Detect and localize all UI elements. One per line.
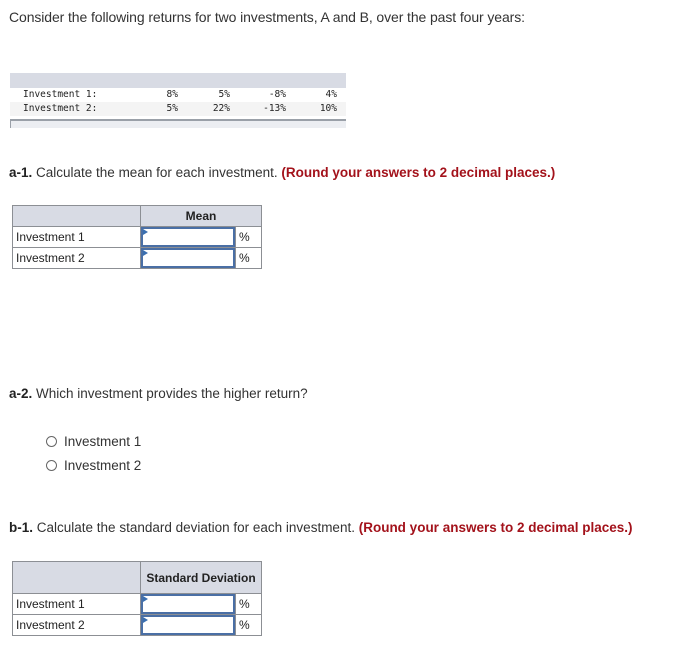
mean-investment-1-input[interactable] <box>141 227 235 247</box>
return-year-3: -8% <box>268 89 286 100</box>
row-label: Investment 1 <box>12 593 141 615</box>
std-dev-answer-table: Standard Deviation Investment 1 % Invest… <box>12 561 262 636</box>
table-row: Investment 2 % <box>12 614 262 636</box>
input-flag-icon <box>143 617 148 623</box>
std-dev-input-cell <box>140 614 236 636</box>
question-text: Calculate the standard deviation for eac… <box>33 520 359 535</box>
return-year-4: 4% <box>325 89 337 100</box>
std-dev-investment-2-input[interactable] <box>141 615 235 635</box>
rounding-hint: (Round your answers to 2 decimal places.… <box>358 520 633 535</box>
returns-table-footer <box>10 119 346 128</box>
table-row: Investment 1 % <box>12 593 262 615</box>
percent-unit: % <box>235 247 262 269</box>
question-number: a-1. <box>9 165 33 180</box>
mean-column-header: Mean <box>140 205 262 227</box>
question-text: Which investment provides the higher ret… <box>32 386 308 401</box>
radio-option-investment-1[interactable]: Investment 1 <box>46 434 141 449</box>
row-label: Investment 2 <box>12 614 141 636</box>
question-number: b-1. <box>9 520 34 535</box>
return-year-1: 5% <box>166 103 178 114</box>
empty-header-cell <box>12 205 141 227</box>
input-flag-icon <box>143 596 148 602</box>
radio-label: Investment 2 <box>64 458 142 473</box>
question-number: a-2. <box>9 386 33 401</box>
return-year-4: 10% <box>319 103 337 114</box>
table-row: Investment 1 % <box>12 226 262 248</box>
problem-intro: Consider the following returns for two i… <box>9 9 525 25</box>
input-flag-icon <box>143 229 148 235</box>
return-year-1: 8% <box>166 89 178 100</box>
percent-unit: % <box>235 614 262 636</box>
std-dev-column-header: Standard Deviation <box>140 561 262 594</box>
table-row: Investment 2 % <box>12 247 262 269</box>
percent-unit: % <box>235 226 262 248</box>
returns-row-investment-1: Investment 1: 8% 5% -8% 4% <box>10 88 346 102</box>
mean-input-cell <box>140 247 236 269</box>
row-label: Investment 1 <box>12 226 141 248</box>
return-year-2: 5% <box>218 89 230 100</box>
mean-investment-2-input[interactable] <box>141 248 235 268</box>
returns-table-header <box>10 73 346 88</box>
radio-label: Investment 1 <box>64 434 142 449</box>
empty-header-cell <box>12 561 141 594</box>
mean-input-cell <box>140 226 236 248</box>
question-a2: a-2. Which investment provides the highe… <box>9 386 308 401</box>
mean-answer-table: Mean Investment 1 % Investment 2 % <box>12 205 262 269</box>
return-year-2: 22% <box>212 103 230 114</box>
row-label: Investment 1: <box>23 89 98 100</box>
radio-button[interactable] <box>46 460 57 471</box>
returns-row-investment-2: Investment 2: 5% 22% -13% 10% <box>10 102 346 116</box>
radio-option-investment-2[interactable]: Investment 2 <box>46 458 141 473</box>
radio-button[interactable] <box>46 436 57 447</box>
input-flag-icon <box>143 250 148 256</box>
return-year-3: -13% <box>263 103 286 114</box>
returns-table: Investment 1: 8% 5% -8% 4% Investment 2:… <box>10 73 346 128</box>
question-b1: b-1. Calculate the standard deviation fo… <box>9 520 633 535</box>
std-dev-investment-1-input[interactable] <box>141 594 235 614</box>
question-a1: a-1. Calculate the mean for each investm… <box>9 165 555 180</box>
percent-unit: % <box>235 593 262 615</box>
row-label: Investment 2: <box>23 103 98 114</box>
rounding-hint: (Round your answers to 2 decimal places.… <box>281 165 556 180</box>
std-dev-input-cell <box>140 593 236 615</box>
question-text: Calculate the mean for each investment. <box>32 165 282 180</box>
row-label: Investment 2 <box>12 247 141 269</box>
